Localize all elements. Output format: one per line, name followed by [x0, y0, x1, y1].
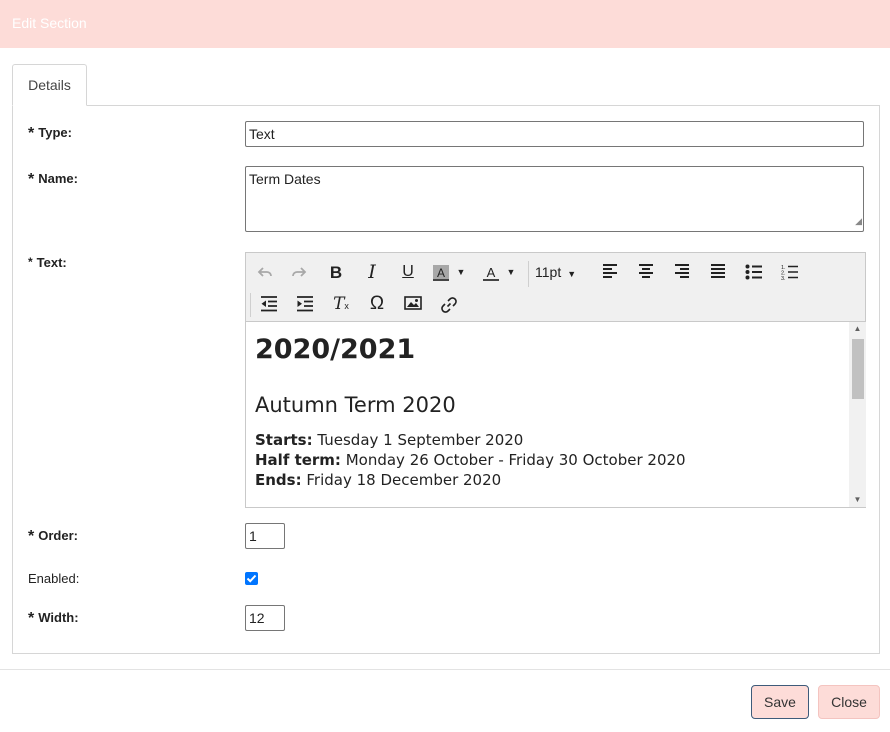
font-size-value: 11pt: [535, 264, 562, 280]
italic-icon[interactable]: I: [357, 259, 387, 285]
align-left-icon[interactable]: [595, 259, 625, 285]
editor-toolbar: B I U A ▼ A ▼ 11pt ▼ 1. 2. 3. Tx Ω: [246, 253, 865, 322]
width-label-text: Width:: [38, 610, 79, 625]
image-icon[interactable]: [398, 291, 428, 317]
type-label-text: Type:: [38, 125, 72, 140]
enabled-checkbox[interactable]: [245, 572, 258, 585]
dialog-title: Edit Section: [0, 0, 890, 48]
editor-scrollbar[interactable]: ▲ ▼: [849, 322, 866, 507]
close-button[interactable]: Close: [818, 685, 880, 719]
required-marker: *: [28, 125, 35, 142]
font-size-select[interactable]: 11pt ▼: [535, 259, 585, 285]
align-right-icon[interactable]: [667, 259, 697, 285]
content-heading: 2020/2021: [255, 334, 416, 365]
order-label-text: Order:: [38, 528, 78, 543]
name-label: * Name:: [28, 170, 78, 188]
bold-icon[interactable]: B: [321, 259, 351, 285]
line-label: Half term:: [255, 451, 341, 469]
text-label-text: Text:: [36, 255, 67, 270]
width-label: * Width:: [28, 609, 79, 627]
bullet-list-icon[interactable]: [739, 259, 769, 285]
footer-divider: [0, 669, 890, 670]
scroll-thumb[interactable]: [852, 339, 864, 399]
link-icon[interactable]: [434, 291, 464, 317]
background-color-dropdown-icon[interactable]: ▼: [454, 259, 468, 285]
undo-icon[interactable]: [250, 259, 280, 285]
scroll-up-icon[interactable]: ▲: [849, 322, 866, 336]
content-subheading: Autumn Term 2020: [255, 393, 456, 417]
width-field[interactable]: 12: [245, 605, 285, 631]
toolbar-separator: [528, 261, 529, 287]
numbered-list-icon[interactable]: 1. 2. 3.: [775, 259, 805, 285]
line-text: Monday 26 October - Friday 30 October 20…: [340, 451, 686, 469]
redo-icon[interactable]: [284, 259, 314, 285]
svg-text:3.: 3.: [781, 276, 786, 280]
required-marker: *: [28, 171, 35, 188]
align-center-icon[interactable]: [631, 259, 661, 285]
enabled-label: Enabled:: [28, 571, 80, 586]
text-color-dropdown-icon[interactable]: ▼: [504, 259, 518, 285]
resize-handle-icon[interactable]: ◢: [855, 212, 862, 230]
scroll-down-icon[interactable]: ▼: [849, 493, 866, 507]
required-marker: *: [28, 528, 35, 545]
line-text: Tuesday 1 September 2020: [312, 431, 524, 449]
tab-details[interactable]: Details: [12, 64, 87, 106]
line-text: Friday 18 December 2020: [301, 471, 502, 489]
type-label: * Type:: [28, 124, 72, 142]
content-line-ends: Ends: Friday 18 December 2020: [255, 470, 840, 490]
chevron-down-icon: ▼: [567, 269, 577, 279]
required-marker: *: [28, 255, 33, 269]
line-label: Ends:: [255, 471, 302, 489]
content-line-half-term: Half term: Monday 26 October - Friday 30…: [255, 450, 840, 470]
editor-content[interactable]: 2020/2021 Autumn Term 2020 Starts: Tuesd…: [246, 322, 849, 507]
line-label: Starts:: [255, 431, 313, 449]
toolbar-separator: [250, 293, 251, 317]
name-label-text: Name:: [38, 171, 78, 186]
order-label: * Order:: [28, 527, 78, 545]
special-character-icon[interactable]: Ω: [362, 291, 392, 317]
save-button[interactable]: Save: [751, 685, 809, 719]
required-marker: *: [28, 610, 35, 627]
type-field[interactable]: Text: [245, 121, 864, 147]
svg-text:A: A: [487, 265, 496, 280]
underline-icon[interactable]: U: [393, 259, 423, 285]
content-line-starts: Starts: Tuesday 1 September 2020: [255, 430, 840, 450]
background-color-icon[interactable]: A: [428, 259, 454, 285]
name-field[interactable]: Term Dates ◢: [245, 166, 864, 232]
align-justify-icon[interactable]: [703, 259, 733, 285]
text-label: * Text:: [28, 255, 67, 270]
name-field-value: Term Dates: [249, 171, 321, 187]
rich-text-editor[interactable]: B I U A ▼ A ▼ 11pt ▼ 1. 2. 3. Tx Ω 2020/…: [245, 252, 866, 508]
outdent-icon[interactable]: [254, 291, 284, 317]
clear-formatting-icon[interactable]: Tx: [326, 291, 356, 317]
checkmark-icon: [246, 574, 257, 583]
order-field[interactable]: 1: [245, 523, 285, 549]
indent-icon[interactable]: [290, 291, 320, 317]
text-color-icon[interactable]: A: [478, 259, 504, 285]
svg-text:A: A: [437, 266, 445, 280]
